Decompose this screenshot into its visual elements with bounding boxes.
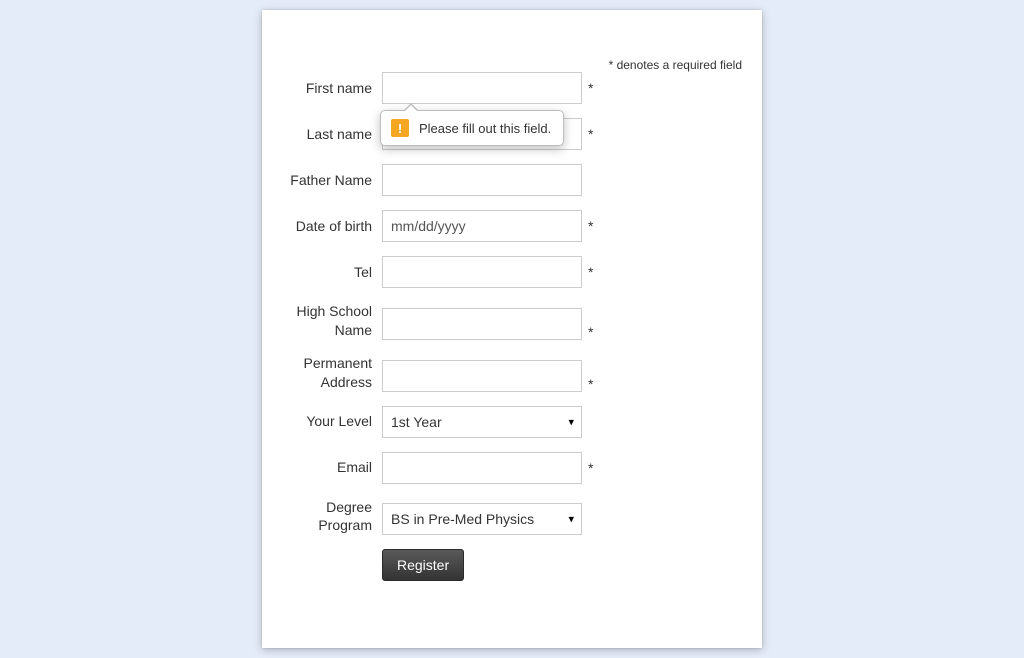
label-last-name: Last name (282, 125, 382, 143)
validation-tooltip-text: Please fill out this field. (419, 121, 551, 136)
row-level: Your Level 1st Year (282, 406, 742, 438)
registration-form: First name * Last name * Father Name Dat… (282, 72, 742, 581)
validation-tooltip: ! Please fill out this field. (380, 110, 564, 146)
warning-icon: ! (391, 119, 409, 137)
row-submit: Register (282, 549, 742, 581)
label-tel: Tel (282, 263, 382, 281)
required-star: * (582, 126, 596, 142)
required-star: * (582, 460, 596, 476)
required-field-note: * denotes a required field (609, 58, 742, 72)
address-input[interactable] (382, 360, 582, 392)
label-degree: Degree Program (282, 498, 382, 536)
label-dob: Date of birth (282, 217, 382, 235)
row-high-school: High School Name * (282, 302, 742, 340)
row-address: Permanent Address * (282, 354, 742, 392)
label-email: Email (282, 458, 382, 476)
row-email: Email * (282, 452, 742, 484)
required-star: * (582, 218, 596, 234)
label-level: Your Level (282, 412, 382, 430)
email-input[interactable] (382, 452, 582, 484)
label-high-school: High School Name (282, 302, 382, 340)
label-father-name: Father Name (282, 171, 382, 189)
row-dob: Date of birth * (282, 210, 742, 242)
row-tel: Tel * (282, 256, 742, 288)
registration-form-card: * denotes a required field First name * … (262, 10, 762, 648)
required-star: * (582, 376, 596, 392)
first-name-input[interactable] (382, 72, 582, 104)
father-name-input[interactable] (382, 164, 582, 196)
required-star: * (582, 324, 596, 340)
row-degree: Degree Program BS in Pre-Med Physics (282, 498, 742, 536)
dob-input[interactable] (382, 210, 582, 242)
row-father-name: Father Name (282, 164, 742, 196)
required-star: * (582, 264, 596, 280)
level-select[interactable]: 1st Year (382, 406, 582, 438)
register-button[interactable]: Register (382, 549, 464, 581)
high-school-input[interactable] (382, 308, 582, 340)
required-star: * (582, 80, 596, 96)
tel-input[interactable] (382, 256, 582, 288)
degree-select[interactable]: BS in Pre-Med Physics (382, 503, 582, 535)
label-first-name: First name (282, 79, 382, 97)
row-first-name: First name * (282, 72, 742, 104)
label-address: Permanent Address (282, 354, 382, 392)
